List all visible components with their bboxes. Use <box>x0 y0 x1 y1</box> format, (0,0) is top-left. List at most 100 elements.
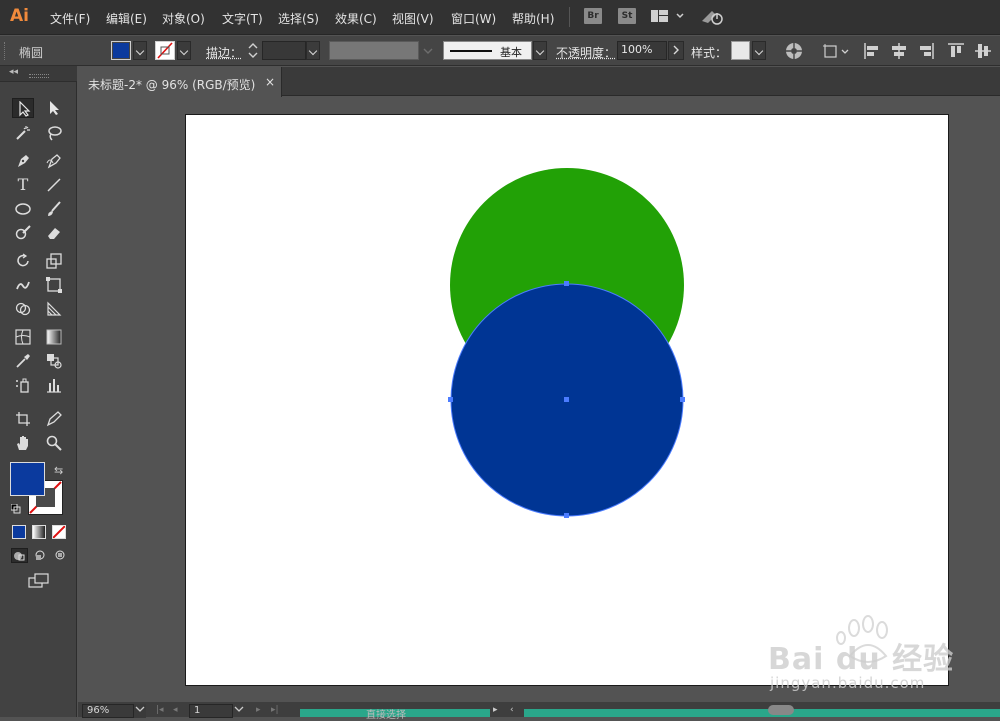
fill-dropdown[interactable] <box>133 41 147 60</box>
rotate-tool-icon[interactable] <box>12 251 34 271</box>
draw-normal-icon[interactable] <box>11 548 28 563</box>
first-artboard-icon[interactable]: |◂ <box>156 705 164 715</box>
artboard[interactable] <box>185 114 949 686</box>
magic-wand-tool-icon[interactable] <box>12 123 34 143</box>
workspace-layout-icon[interactable] <box>651 9 685 28</box>
align-vertical-center-icon[interactable] <box>974 42 992 63</box>
zoom-field[interactable]: 96% <box>82 704 134 718</box>
next-artboard-icon[interactable]: ▸ <box>256 705 261 715</box>
anchor-left[interactable] <box>448 397 453 402</box>
artboard-number-field[interactable]: 1 <box>189 704 233 718</box>
center-point[interactable] <box>564 397 569 402</box>
mesh-tool-icon[interactable] <box>12 327 34 347</box>
align-left-icon[interactable] <box>863 42 881 63</box>
menu-effect[interactable]: 效果(C) <box>335 10 377 27</box>
fill-swatch[interactable] <box>111 41 131 60</box>
paintbrush-tool-icon[interactable] <box>43 199 65 219</box>
app-logo: Ai <box>10 6 29 26</box>
column-graph-tool-icon[interactable] <box>43 375 65 395</box>
horizontal-scrollbar-thumb[interactable] <box>768 705 794 715</box>
anchor-top[interactable] <box>564 281 569 286</box>
swap-fill-stroke-icon[interactable]: ⇆ <box>54 464 63 477</box>
opacity-input[interactable]: 100% <box>617 41 667 60</box>
align-center-icon[interactable] <box>890 42 908 63</box>
slice-tool-icon[interactable] <box>43 409 65 429</box>
artboard-dropdown[interactable] <box>233 704 245 718</box>
shaper-tool-icon[interactable] <box>12 223 34 243</box>
artboard-tool-icon[interactable] <box>12 409 34 429</box>
curvature-tool-icon[interactable] <box>43 151 65 171</box>
opacity-label[interactable]: 不透明度： <box>556 44 616 61</box>
draw-behind-icon[interactable] <box>33 549 48 565</box>
bridge-icon[interactable]: Br <box>584 8 602 24</box>
lasso-tool-icon[interactable] <box>43 123 65 143</box>
previous-artboard-icon[interactable]: ◂ <box>173 705 178 715</box>
document-tab[interactable]: 未标题-2* @ 96% (RGB/预览) × <box>78 67 282 97</box>
blend-tool-icon[interactable] <box>43 351 65 371</box>
selection-tool-icon[interactable] <box>12 98 34 118</box>
line-segment-tool-icon[interactable] <box>43 175 65 195</box>
gpu-performance-icon[interactable] <box>700 7 726 30</box>
anchor-right[interactable] <box>680 397 685 402</box>
status-menu-arrow-icon[interactable]: ▸ <box>493 705 498 715</box>
align-top-icon[interactable] <box>947 42 965 63</box>
hand-tool-icon[interactable] <box>12 433 34 453</box>
opacity-slider-button[interactable] <box>668 41 684 60</box>
panel-grip <box>29 74 49 78</box>
eyedropper-tool-icon[interactable] <box>12 351 34 371</box>
symbol-sprayer-tool-icon[interactable] <box>12 375 34 395</box>
graphic-style-swatch[interactable] <box>731 41 750 60</box>
gradient-mode-icon[interactable] <box>32 525 46 539</box>
variable-width-dropdown[interactable] <box>421 42 435 60</box>
scale-tool-icon[interactable] <box>43 251 65 271</box>
menu-help[interactable]: 帮助(H) <box>512 10 554 27</box>
menu-type[interactable]: 文字(T) <box>222 10 263 27</box>
menu-view[interactable]: 视图(V) <box>392 10 434 27</box>
transform-icon[interactable] <box>822 42 852 63</box>
stroke-label[interactable]: 描边： <box>206 44 242 61</box>
draw-inside-icon[interactable] <box>53 549 68 565</box>
stock-icon[interactable]: St <box>618 8 636 24</box>
menu-edit[interactable]: 编辑(E) <box>106 10 147 27</box>
stroke-weight-input[interactable] <box>262 41 306 60</box>
artboard-canvas <box>448 168 685 518</box>
menu-window[interactable]: 窗口(W) <box>451 10 496 27</box>
stroke-weight-stepper[interactable] <box>246 41 260 60</box>
stroke-swatch[interactable] <box>155 41 175 60</box>
shape-builder-tool-icon[interactable] <box>12 299 34 319</box>
brush-definition[interactable]: 基本 <box>443 41 532 60</box>
gradient-tool-icon[interactable] <box>43 327 65 347</box>
brush-dropdown[interactable] <box>533 41 547 60</box>
last-artboard-icon[interactable]: ▸| <box>271 705 279 715</box>
ellipse-tool-icon[interactable] <box>12 199 34 219</box>
none-mode-icon[interactable] <box>52 525 66 539</box>
zoom-dropdown[interactable] <box>134 704 146 718</box>
warp-tool-icon[interactable] <box>12 275 34 295</box>
close-icon[interactable]: × <box>265 75 275 89</box>
menu-object[interactable]: 对象(O) <box>162 10 205 27</box>
graphic-style-dropdown[interactable] <box>752 41 766 60</box>
color-mode-icon[interactable] <box>12 525 26 539</box>
variable-width-profile[interactable] <box>329 41 419 60</box>
menu-select[interactable]: 选择(S) <box>278 10 319 27</box>
perspective-grid-tool-icon[interactable] <box>43 299 65 319</box>
menu-file[interactable]: 文件(F) <box>50 10 90 27</box>
fill-color-box[interactable] <box>10 462 45 496</box>
style-label: 样式： <box>691 46 728 60</box>
type-tool-icon[interactable]: T <box>12 175 34 195</box>
stroke-weight-dropdown[interactable] <box>306 41 320 60</box>
change-screen-mode-icon[interactable] <box>28 573 50 592</box>
eraser-tool-icon[interactable] <box>43 223 65 243</box>
align-right-icon[interactable] <box>917 42 935 63</box>
anchor-bottom[interactable] <box>564 513 569 518</box>
recolor-artwork-icon[interactable] <box>784 41 804 64</box>
horizontal-scrollbar-track[interactable] <box>524 709 1000 717</box>
pen-tool-icon[interactable] <box>12 151 34 171</box>
collapse-panel-icon[interactable]: ◂◂ <box>9 67 18 77</box>
zoom-tool-icon[interactable] <box>43 433 65 453</box>
default-fill-stroke-icon[interactable] <box>10 503 21 517</box>
stroke-dropdown[interactable] <box>177 41 191 60</box>
scroll-left-icon[interactable]: ‹ <box>510 705 514 715</box>
direct-selection-tool-icon[interactable] <box>43 98 65 118</box>
free-transform-tool-icon[interactable] <box>43 275 65 295</box>
